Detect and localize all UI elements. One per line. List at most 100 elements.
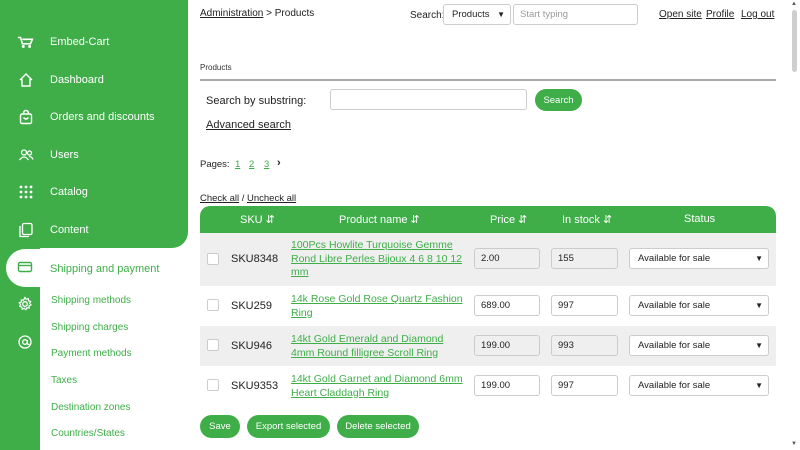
export-selected-button[interactable]: Export selected	[247, 415, 330, 438]
submenu-taxes[interactable]: Taxes	[51, 375, 77, 386]
row-checkbox[interactable]	[207, 339, 219, 351]
breadcrumb-current: > Products	[263, 8, 315, 19]
table-row: SKU946 14kt Gold Emerald and Diamond 4mm…	[200, 326, 776, 366]
delete-selected-button[interactable]: Delete selected	[337, 415, 419, 438]
sidebar-item-label: Users	[50, 149, 79, 161]
row-price-input[interactable]: 2.00	[474, 248, 540, 269]
brand-logo[interactable]: Embed-Cart	[0, 24, 188, 60]
row-sku: SKU259	[231, 300, 272, 312]
save-button[interactable]: Save	[200, 415, 240, 438]
scroll-down-icon[interactable]: ▼	[791, 441, 797, 447]
row-status-select[interactable]: Available for sale ▼	[629, 375, 769, 396]
bag-icon	[17, 108, 35, 126]
open-site-link[interactable]: Open site	[659, 9, 702, 20]
chevron-down-icon: ▼	[755, 381, 763, 390]
gear-icon[interactable]	[17, 296, 35, 314]
column-header-price[interactable]: Price ⇵	[490, 213, 527, 226]
row-sku: SKU8348	[231, 253, 279, 265]
scroll-up-icon[interactable]: ▲	[791, 1, 797, 7]
global-search-input[interactable]: Start typing	[513, 4, 638, 25]
page-link-1[interactable]: 1	[235, 159, 240, 170]
row-status-select[interactable]: Available for sale ▼	[629, 248, 769, 269]
sidebar-item-orders[interactable]: Orders and discounts	[0, 99, 188, 135]
column-header-sku[interactable]: SKU ⇵	[240, 213, 275, 226]
row-sku: SKU946	[231, 340, 272, 352]
sidebar-item-dashboard[interactable]: Dashboard	[0, 62, 188, 98]
row-stock-input[interactable]: 993	[551, 335, 618, 356]
row-status-select[interactable]: Available for sale ▼	[629, 295, 769, 316]
panel-divider	[200, 79, 776, 81]
scrollbar-thumb[interactable]	[792, 10, 797, 72]
row-product-name-link[interactable]: 14kt Gold Emerald and Diamond 4mm Round …	[291, 333, 463, 360]
table-header: SKU ⇵ Product name ⇵ Price ⇵ In stock ⇵ …	[200, 206, 776, 233]
chevron-down-icon: ▼	[755, 341, 763, 350]
grid-icon	[17, 183, 35, 201]
submenu-destination-zones[interactable]: Destination zones	[51, 402, 131, 413]
search-scope-value: Products	[452, 9, 490, 20]
row-stock-input[interactable]: 997	[551, 295, 618, 316]
row-product-name-link[interactable]: 100Pcs Howlite Turquoise Gemme Rond Libr…	[291, 239, 463, 280]
check-all-link[interactable]: Check all	[200, 193, 239, 204]
search-button[interactable]: Search	[535, 89, 582, 111]
users-icon	[17, 146, 35, 164]
row-checkbox[interactable]	[207, 253, 219, 265]
sidebar-item-label: Orders and discounts	[50, 111, 155, 123]
search-scope-select[interactable]: Products ▼	[443, 4, 511, 25]
row-status-value: Available for sale	[638, 253, 711, 264]
search-label: Search:	[410, 10, 445, 21]
submenu-shipping-charges[interactable]: Shipping charges	[51, 322, 128, 333]
logout-link[interactable]: Log out	[741, 9, 774, 20]
submenu-payment-methods[interactable]: Payment methods	[51, 348, 132, 359]
row-status-value: Available for sale	[638, 340, 711, 351]
pages-icon	[17, 221, 35, 239]
brand-name: Embed-Cart	[50, 36, 110, 48]
column-header-product-name[interactable]: Product name ⇵	[339, 213, 420, 226]
row-price-input[interactable]: 199.00	[474, 375, 540, 396]
page-link-2[interactable]: 2	[249, 159, 254, 170]
chevron-down-icon: ▼	[755, 254, 763, 263]
table-row: SKU9353 14kt Gold Garnet and Diamond 6mm…	[200, 366, 776, 402]
sidebar-item-label: Content	[50, 224, 89, 236]
sidebar-item-label: Shipping and payment	[50, 263, 160, 275]
column-header-status: Status	[684, 213, 716, 225]
sidebar-item-users[interactable]: Users	[0, 137, 188, 173]
uncheck-all-link[interactable]: Uncheck all	[247, 193, 296, 204]
breadcrumb: Administration > Products	[200, 8, 314, 19]
profile-link[interactable]: Profile	[706, 9, 734, 20]
submenu-shipping-methods[interactable]: Shipping methods	[51, 295, 131, 306]
substring-search-input[interactable]	[330, 89, 527, 110]
check-links-separator: /	[239, 193, 247, 204]
home-icon	[17, 71, 35, 89]
row-price-input[interactable]: 199.00	[474, 335, 540, 356]
row-product-name-link[interactable]: 14k Rose Gold Rose Quartz Fashion Ring	[291, 293, 463, 320]
row-checkbox[interactable]	[207, 379, 219, 391]
chevron-down-icon: ▼	[755, 301, 763, 310]
submenu-countries-states[interactable]: Countries/States	[51, 428, 125, 439]
column-header-in-stock[interactable]: In stock ⇵	[562, 213, 612, 226]
row-checkbox[interactable]	[207, 299, 219, 311]
row-price-input[interactable]: 689.00	[474, 295, 540, 316]
table-row: SKU259 14k Rose Gold Rose Quartz Fashion…	[200, 286, 776, 326]
row-stock-input[interactable]: 155	[551, 248, 618, 269]
shipping-submenu	[40, 287, 188, 450]
cart-logo-icon	[17, 33, 35, 51]
row-product-name-link[interactable]: 14kt Gold Garnet and Diamond 6mm Heart C…	[291, 373, 463, 400]
next-page-icon[interactable]: ›	[277, 157, 281, 169]
table-row: SKU8348 100Pcs Howlite Turquoise Gemme R…	[200, 233, 776, 286]
panel-title: Products	[200, 63, 232, 72]
card-icon	[17, 259, 35, 277]
page-link-3[interactable]: 3	[264, 159, 269, 170]
sidebar-item-catalog[interactable]: Catalog	[0, 174, 188, 210]
breadcrumb-administration-link[interactable]: Administration	[200, 8, 263, 19]
at-sign-icon[interactable]	[17, 334, 35, 352]
row-stock-input[interactable]: 997	[551, 375, 618, 396]
pages-label: Pages:	[200, 159, 230, 170]
check-links: Check all / Uncheck all	[200, 193, 296, 204]
row-status-select[interactable]: Available for sale ▼	[629, 335, 769, 356]
substring-search-label: Search by substring:	[206, 95, 307, 107]
sidebar-item-content[interactable]: Content	[0, 212, 188, 248]
advanced-search-link[interactable]: Advanced search	[206, 119, 291, 131]
sidebar-item-label: Catalog	[50, 186, 88, 198]
row-sku: SKU9353	[231, 380, 279, 392]
sidebar-item-label: Dashboard	[50, 74, 104, 86]
